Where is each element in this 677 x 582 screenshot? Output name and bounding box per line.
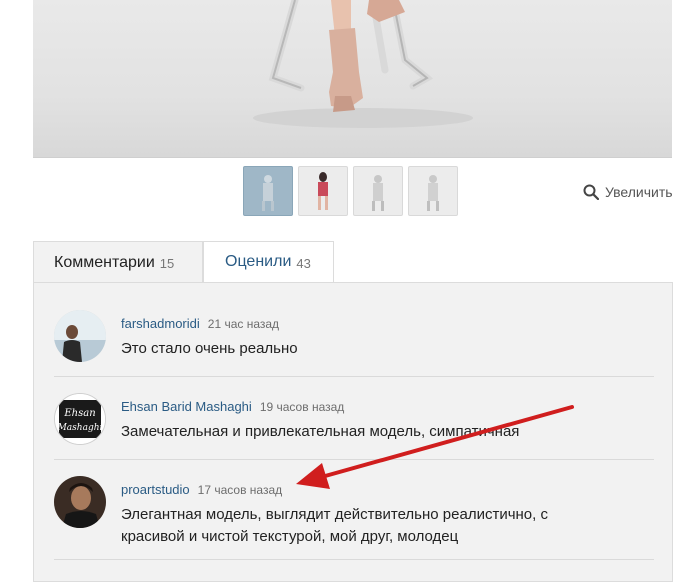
avatar-logo-line-2: Mashaghi [57, 423, 103, 433]
zoom-label: Увеличить [605, 184, 673, 200]
comment-time: 19 часов назад [259, 400, 345, 414]
tab-comments-count: 15 [159, 256, 175, 271]
tab-ratings-count: 43 [296, 255, 311, 271]
tab-ratings[interactable]: Оценили 43 [203, 241, 334, 283]
chair-model-render [253, 0, 473, 128]
avatar[interactable]: Ehsan Mashaghi [54, 393, 106, 445]
tab-ratings-label: Оценили [225, 253, 292, 270]
tab-comments-label: Комментарии [54, 253, 155, 271]
tab-comments[interactable]: Комментарии 15 [33, 241, 203, 283]
comment-time: 21 час назад [207, 317, 280, 331]
thumbnail-3[interactable] [353, 166, 403, 216]
avatar[interactable] [54, 310, 106, 362]
magnifier-icon [583, 184, 599, 200]
comment-text: Элегантная модель, выглядит действительн… [121, 506, 548, 545]
comment-author[interactable]: proartstudio [121, 482, 190, 497]
comment-divider [54, 459, 654, 460]
comment-divider [54, 376, 654, 377]
comment-author[interactable]: Ehsan Barid Mashaghi [121, 399, 252, 414]
comment-author[interactable]: farshadmoridi [121, 316, 200, 331]
thumbnail-1[interactable] [243, 166, 293, 216]
comment-text: Замечательная и привлекательная модель, … [121, 423, 520, 440]
comment-divider [54, 559, 654, 560]
avatar-logo-line-1: Ehsan [63, 408, 95, 419]
avatar[interactable] [54, 476, 106, 528]
comment-text: Это стало очень реально [121, 340, 298, 357]
zoom-button[interactable]: Увеличить [583, 182, 673, 202]
comments-panel: farshadmoridi 21 час назад Это стало очен… [33, 282, 673, 582]
thumbnail-2[interactable] [298, 166, 348, 216]
comment-time: 17 часов назад [197, 483, 283, 497]
thumbnail-4[interactable] [408, 166, 458, 216]
preview-image[interactable] [33, 0, 672, 158]
